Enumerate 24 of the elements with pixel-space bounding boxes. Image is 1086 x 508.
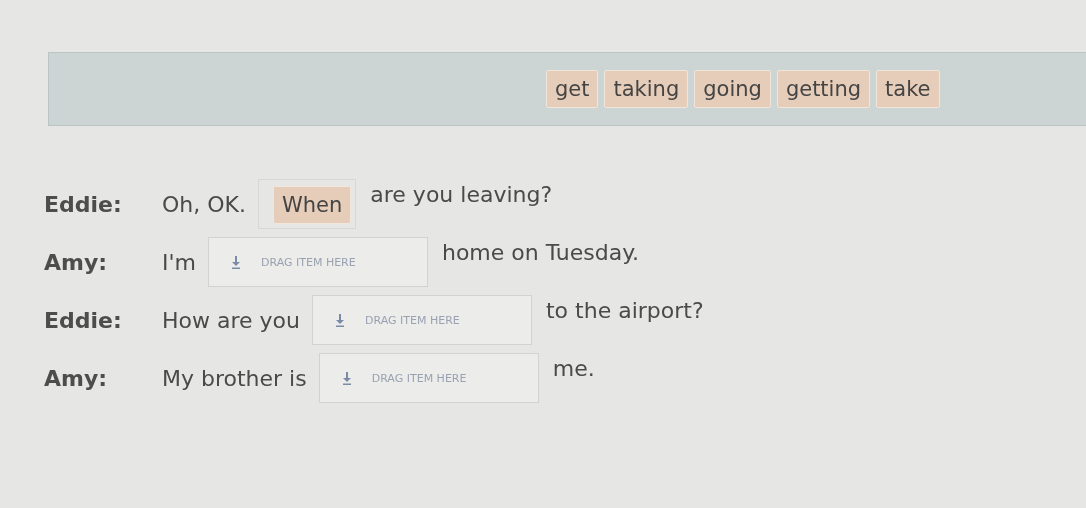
download-arrow-icon <box>335 313 345 327</box>
dialogue-text: How are you <box>162 307 300 333</box>
drop-hint: DRAG ITEM HERE <box>260 255 356 269</box>
placed-word-tile[interactable]: When <box>273 186 352 224</box>
speaker-name: Eddie: <box>44 191 123 217</box>
download-arrow-icon <box>230 255 241 269</box>
dialogue-text: Oh, OK. <box>162 191 246 217</box>
word-tile[interactable]: getting <box>776 70 871 108</box>
drop-hint: DRAG ITEM HERE <box>371 371 467 385</box>
drop-hint: DRAG ITEM HERE <box>365 313 460 327</box>
dialogue-text: to the airport? <box>546 298 704 323</box>
speaker-name: Amy: <box>44 365 109 391</box>
dialogue-text: me. <box>552 356 595 381</box>
dialogue-text: My brother is <box>162 365 307 391</box>
word-tile[interactable]: going <box>694 70 771 108</box>
download-arrow-icon <box>341 371 352 385</box>
speaker-name: Amy: <box>44 249 109 275</box>
dialogue-text: I'm <box>162 249 196 275</box>
dialogue-text: are you leaving? <box>370 182 553 207</box>
dialogue-text: home on Tuesday. <box>441 240 640 265</box>
speaker-name: Eddie: <box>44 307 123 333</box>
word-tile[interactable]: get <box>546 70 599 108</box>
word-tile[interactable]: take <box>876 70 940 108</box>
word-tile[interactable]: taking <box>604 70 689 108</box>
